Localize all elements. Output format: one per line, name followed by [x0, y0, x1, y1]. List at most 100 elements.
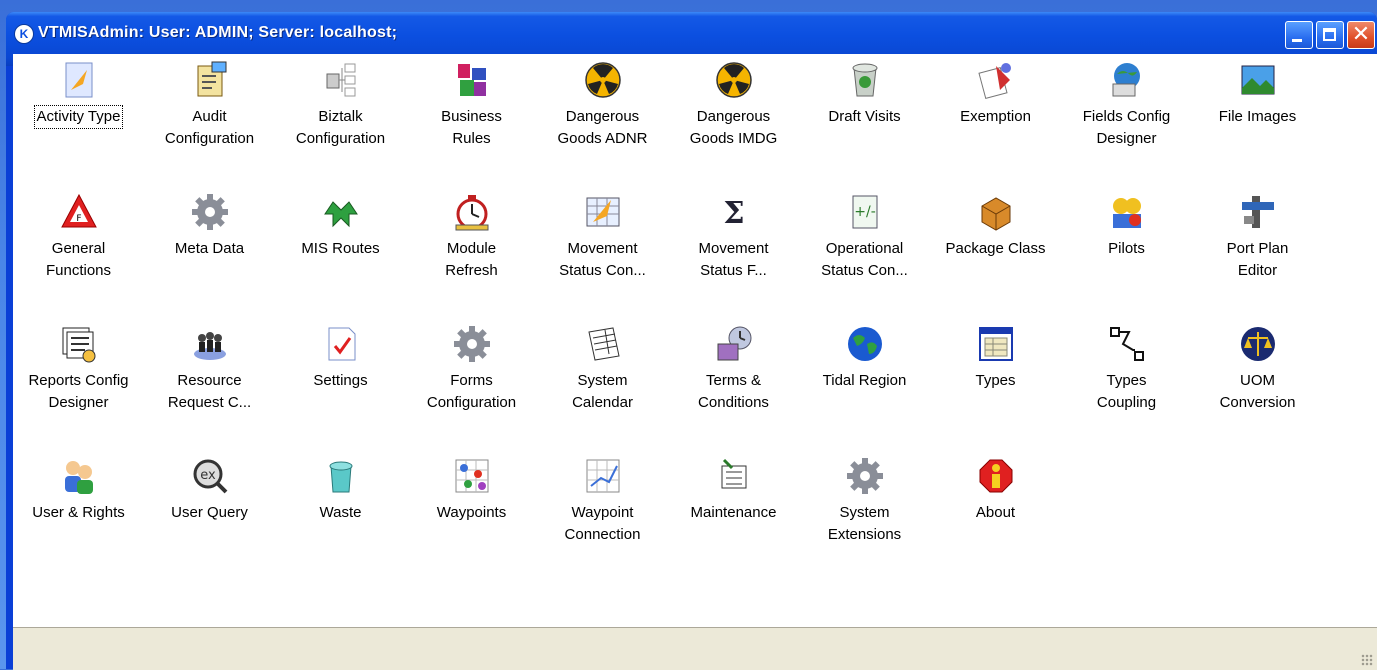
- status-bar: [13, 627, 1377, 670]
- list-item-settings[interactable]: Settings: [275, 318, 406, 450]
- resize-grip[interactable]: [1361, 654, 1373, 666]
- list-item-mis-routes[interactable]: MIS Routes: [275, 186, 406, 318]
- movement-status-f-icon: Σ: [714, 192, 754, 232]
- resource-request-icon: [190, 324, 230, 364]
- list-item-business-rules[interactable]: Business Rules: [406, 54, 537, 186]
- list-item-movement-status-f[interactable]: Σ Movement Status F...: [668, 186, 799, 318]
- exemption-icon: [976, 60, 1016, 100]
- list-item-uom-conversion[interactable]: UOM Conversion: [1192, 318, 1323, 450]
- movement-status-con-icon: [583, 192, 623, 232]
- list-item-module-refresh[interactable]: Module Refresh: [406, 186, 537, 318]
- pilots-icon: [1107, 192, 1147, 232]
- maintenance-icon: [714, 456, 754, 496]
- list-item-types-coupling[interactable]: Types Coupling: [1061, 318, 1192, 450]
- list-item-terms-conditions[interactable]: Terms & Conditions: [668, 318, 799, 450]
- dangerous-goods-adnr-icon: [583, 60, 623, 100]
- list-item-waypoints[interactable]: Waypoints: [406, 450, 537, 582]
- list-item-label: Audit Configuration: [164, 108, 255, 147]
- list-item-label: Reports Config Designer: [28, 372, 129, 411]
- list-item-waste[interactable]: Waste: [275, 450, 406, 582]
- list-item-dangerous-goods-adnr[interactable]: Dangerous Goods ADNR: [537, 54, 668, 186]
- list-item-label: Activity Type: [33, 105, 124, 129]
- list-item-operational-status-con[interactable]: +/- Operational Status Con...: [799, 186, 930, 318]
- icon-list-view: Activity Type Audit Configuration Biztalk …: [13, 54, 1377, 627]
- svg-text:F: F: [76, 214, 81, 224]
- list-item-label: MIS Routes: [301, 240, 380, 257]
- minimize-button[interactable]: [1285, 21, 1313, 49]
- list-item-meta-data[interactable]: Meta Data: [144, 186, 275, 318]
- list-item-fields-config-designer[interactable]: Fields Config Designer: [1061, 54, 1192, 186]
- waypoints-icon: [452, 456, 492, 496]
- icon-grid: Activity Type Audit Configuration Biztalk …: [13, 54, 1323, 582]
- list-item-label: Waypoints: [436, 504, 507, 521]
- list-item-waypoint-connection[interactable]: Waypoint Connection: [537, 450, 668, 582]
- waypoint-connection-icon: [583, 456, 623, 496]
- list-item-label: Fields Config Designer: [1082, 108, 1171, 147]
- terms-conditions-icon: [714, 324, 754, 364]
- maximize-button[interactable]: [1316, 21, 1344, 49]
- list-item-label: Module Refresh: [445, 240, 498, 279]
- list-item-package-class[interactable]: Package Class: [930, 186, 1061, 318]
- list-item-user-rights[interactable]: User & Rights: [13, 450, 144, 582]
- svg-text:Σ: Σ: [723, 196, 744, 231]
- list-item-label: Maintenance: [690, 504, 777, 521]
- user-query-icon: ex: [190, 456, 230, 496]
- list-item-movement-status-con[interactable]: Movement Status Con...: [537, 186, 668, 318]
- reports-config-designer-icon: [59, 324, 99, 364]
- list-item-resource-request[interactable]: Resource Request C...: [144, 318, 275, 450]
- list-item-exemption[interactable]: Exemption: [930, 54, 1061, 186]
- app-icon[interactable]: K: [14, 24, 34, 44]
- main-window: K VTMISAdmin: User: ADMIN; Server: local…: [6, 12, 1377, 670]
- list-item-dangerous-goods-imdg[interactable]: Dangerous Goods IMDG: [668, 54, 799, 186]
- file-images-icon: [1238, 60, 1278, 100]
- package-class-icon: [976, 192, 1016, 232]
- list-item-tidal-region[interactable]: Tidal Region: [799, 318, 930, 450]
- close-button[interactable]: ✕: [1347, 21, 1375, 49]
- list-item-label: Movement Status Con...: [559, 240, 646, 279]
- list-item-label: Waste: [319, 504, 362, 521]
- list-item-pilots[interactable]: Pilots: [1061, 186, 1192, 318]
- list-item-system-calendar[interactable]: System Calendar: [537, 318, 668, 450]
- business-rules-icon: [452, 60, 492, 100]
- close-icon: ✕: [1351, 22, 1371, 47]
- list-item-activity-type[interactable]: Activity Type: [13, 54, 144, 186]
- list-item-label: Package Class: [945, 240, 1046, 257]
- list-item-user-query[interactable]: ex User Query: [144, 450, 275, 582]
- list-item-about[interactable]: About: [930, 450, 1061, 582]
- list-item-system-extensions[interactable]: System Extensions: [799, 450, 930, 582]
- list-item-biztalk-configuration[interactable]: Biztalk Configuration: [275, 54, 406, 186]
- window-title: VTMISAdmin: User: ADMIN; Server: localho…: [38, 24, 398, 41]
- list-item-file-images[interactable]: File Images: [1192, 54, 1323, 186]
- list-item-audit-configuration[interactable]: Audit Configuration: [144, 54, 275, 186]
- types-icon: [976, 324, 1016, 364]
- list-item-types[interactable]: Types: [930, 318, 1061, 450]
- uom-conversion-icon: [1238, 324, 1278, 364]
- list-item-label: System Calendar: [572, 372, 633, 411]
- list-item-label: User Query: [171, 504, 248, 521]
- list-item-label: Types: [975, 372, 1016, 389]
- list-item-label: Draft Visits: [828, 108, 901, 125]
- list-item-label: Exemption: [960, 108, 1031, 125]
- list-item-reports-config-designer[interactable]: Reports Config Designer: [13, 318, 144, 450]
- list-item-forms-configuration[interactable]: Forms Configuration: [406, 318, 537, 450]
- list-item-maintenance[interactable]: Maintenance: [668, 450, 799, 582]
- list-item-port-plan-editor[interactable]: Port Plan Editor: [1192, 186, 1323, 318]
- list-item-label: Business Rules: [441, 108, 502, 147]
- waste-icon: [321, 456, 361, 496]
- general-functions-icon: F: [59, 192, 99, 232]
- list-item-label: Forms Configuration: [426, 372, 517, 411]
- list-item-draft-visits[interactable]: Draft Visits: [799, 54, 930, 186]
- system-calendar-icon: [583, 324, 623, 364]
- list-item-label: Biztalk Configuration: [295, 108, 386, 147]
- system-extensions-icon: [845, 456, 885, 496]
- list-item-label: UOM Conversion: [1219, 372, 1296, 411]
- list-item-label: About: [975, 504, 1016, 521]
- list-item-label: Movement Status F...: [698, 240, 769, 279]
- list-item-label: Dangerous Goods ADNR: [557, 108, 648, 147]
- list-item-general-functions[interactable]: F General Functions: [13, 186, 144, 318]
- activity-type-icon: [59, 60, 99, 100]
- dangerous-goods-imdg-icon: [714, 60, 754, 100]
- audit-configuration-icon: [190, 60, 230, 100]
- list-item-label: Resource Request C...: [167, 372, 252, 411]
- port-plan-editor-icon: [1238, 192, 1278, 232]
